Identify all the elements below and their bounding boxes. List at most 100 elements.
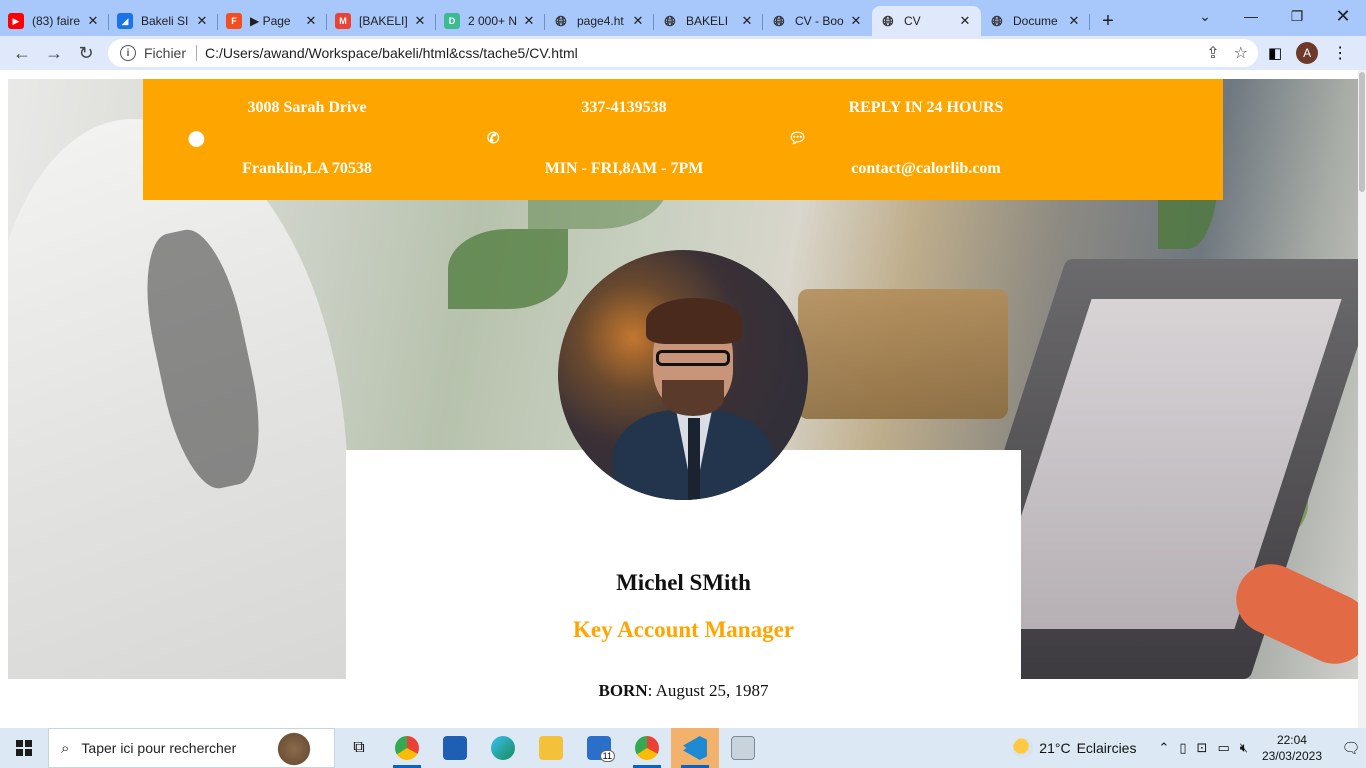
back-button[interactable]: ← xyxy=(6,37,38,69)
tab-page4[interactable]: 🌐︎ page4.ht ✕ xyxy=(545,6,654,36)
chrome-profile-icon xyxy=(635,736,659,760)
taskbar-chrome[interactable] xyxy=(383,728,431,768)
tab-title: Bakeli SI xyxy=(141,14,189,28)
born-label: BORN xyxy=(598,681,648,700)
born-value: : August 25, 1987 xyxy=(647,681,769,700)
scheme-label: Fichier xyxy=(144,45,187,61)
weather-sun-icon xyxy=(1013,738,1034,758)
minimize-button[interactable]: — xyxy=(1228,0,1274,32)
restore-button[interactable]: ❐ xyxy=(1274,0,1320,32)
bookmark-star-icon[interactable]: ☆ xyxy=(1234,43,1248,63)
close-icon[interactable]: ✕ xyxy=(739,13,755,29)
bakeli-icon: ◢ xyxy=(117,13,133,29)
volume-mute-icon[interactable]: 🔇︎ xyxy=(1240,740,1248,756)
taskbar-clock[interactable]: 22:04 23/03/2023 xyxy=(1262,732,1322,764)
avatar[interactable]: A xyxy=(1296,42,1319,64)
battery-icon[interactable]: ▭ xyxy=(1217,740,1229,756)
map-marker-icon: ⬤ xyxy=(188,131,205,147)
tab-document[interactable]: 🌐︎ Docume ✕ xyxy=(981,6,1090,36)
clock-time: 22:04 xyxy=(1276,733,1307,747)
chevron-up-icon[interactable]: ⌃ xyxy=(1158,740,1169,756)
share-icon[interactable]: ⇪ xyxy=(1206,43,1219,63)
weather-widget[interactable]: 21°C Eclaircies xyxy=(1013,738,1136,758)
phone-icon: ✆ xyxy=(487,131,500,147)
start-button[interactable] xyxy=(0,728,48,768)
profile-born: BORN: August 25, 1987 xyxy=(346,681,1021,701)
figma-icon: F xyxy=(226,13,242,29)
side-panel-icon[interactable]: ◧ xyxy=(1268,44,1282,62)
taskbar-search-input[interactable]: ⌕ Taper ici pour rechercher xyxy=(48,728,335,768)
close-icon[interactable]: ✕ xyxy=(957,13,973,29)
device-icon[interactable]: ▯ xyxy=(1179,740,1186,756)
url-text[interactable]: C:/Users/awand/Workspace/bakeli/html&css… xyxy=(205,45,578,61)
tab-cv[interactable]: 🌐︎ CV ✕ xyxy=(872,6,981,36)
taskbar-photos[interactable] xyxy=(719,728,767,768)
weather-condition: Eclaircies xyxy=(1076,740,1137,756)
forward-button[interactable]: → xyxy=(38,37,70,69)
taskbar-chrome-profile[interactable] xyxy=(623,728,671,768)
windows-logo-icon xyxy=(16,740,32,756)
search-highlight-icon xyxy=(274,731,324,767)
notification-center-icon[interactable]: 🗨︎ xyxy=(1336,739,1366,757)
clock-date: 23/03/2023 xyxy=(1261,749,1322,763)
network-icon[interactable]: ⊡ xyxy=(1197,740,1208,756)
tab-title: page4.ht xyxy=(577,14,624,28)
close-icon[interactable]: ✕ xyxy=(85,13,101,29)
page-viewport: ⬤ 3008 Sarah Drive Franklin,LA 70538 ✆ 3… xyxy=(0,70,1366,728)
close-icon[interactable]: ✕ xyxy=(630,13,646,29)
close-icon[interactable]: ✕ xyxy=(412,13,428,29)
search-placeholder: Taper ici pour rechercher xyxy=(81,740,237,756)
task-view-button[interactable]: ⧉ xyxy=(335,728,383,768)
tab-title: [BAKELI] xyxy=(359,14,408,28)
globe-icon: 🌐︎ xyxy=(882,12,894,29)
tab-bakeli-si[interactable]: ◢ Bakeli SI ✕ xyxy=(109,6,218,36)
d-icon: D xyxy=(444,13,460,29)
chat-bubble-icon: 💬︎ xyxy=(788,131,808,147)
tab-youtube[interactable]: ▶ (83) faire ✕ xyxy=(0,6,109,36)
vscode-icon xyxy=(683,736,707,760)
close-icon[interactable]: ✕ xyxy=(194,13,210,29)
taskbar-store[interactable] xyxy=(431,728,479,768)
profile-name: Michel SMith xyxy=(616,570,751,595)
reload-button[interactable]: ↻ xyxy=(70,37,102,69)
address-bar[interactable]: i Fichier C:/Users/awand/Workspace/bakel… xyxy=(108,39,1258,67)
tab-title: Docume xyxy=(1013,14,1058,28)
tab-cv-boo[interactable]: 🌐︎ CV - Boo ✕ xyxy=(763,6,872,36)
reply-line2: contact@calorlib.com xyxy=(851,160,1001,177)
weather-temp: 21°C xyxy=(1039,740,1071,756)
task-view-icon: ⧉ xyxy=(353,739,365,756)
address-line2: Franklin,LA 70538 xyxy=(242,160,372,177)
address-line1: 3008 Sarah Drive xyxy=(247,99,367,116)
taskbar-edge[interactable] xyxy=(479,728,527,768)
tab-2000[interactable]: D 2 000+ N ✕ xyxy=(436,6,545,36)
page-scrollbar[interactable] xyxy=(1358,70,1366,728)
taskbar-explorer[interactable] xyxy=(527,728,575,768)
tab-bakeli[interactable]: 🌐︎ BAKELI ✕ xyxy=(654,6,763,36)
globe-icon: 🌐︎ xyxy=(555,12,567,29)
contact-bar: ⬤ 3008 Sarah Drive Franklin,LA 70538 ✆ 3… xyxy=(143,79,1223,200)
mail-badge: 11 xyxy=(599,750,615,762)
tab-title: 2 000+ N xyxy=(468,14,518,28)
tab-figma[interactable]: F ▶ Page ✕ xyxy=(218,6,327,36)
tab-title: BAKELI xyxy=(686,14,729,28)
image-viewer-icon xyxy=(731,736,755,760)
browser-toolbar: ← → ↻ i Fichier C:/Users/awand/Workspace… xyxy=(0,36,1366,70)
close-icon[interactable]: ✕ xyxy=(848,13,864,29)
info-icon[interactable]: i xyxy=(120,45,136,61)
taskbar-mail[interactable]: 11 xyxy=(575,728,623,768)
close-icon[interactable]: ✕ xyxy=(303,13,319,29)
search-icon: ⌕ xyxy=(61,739,70,757)
close-icon[interactable]: ✕ xyxy=(1066,13,1082,29)
new-tab-button[interactable]: + xyxy=(1090,6,1126,36)
tab-gmail[interactable]: M [BAKELI] ✕ xyxy=(327,6,436,36)
close-window-button[interactable]: ✕ xyxy=(1320,0,1366,32)
menu-dots-icon[interactable]: ⋮ xyxy=(1332,43,1348,63)
edge-icon xyxy=(491,736,515,760)
tab-search-chevron-icon[interactable]: ⌄ xyxy=(1182,0,1228,32)
youtube-icon: ▶ xyxy=(8,13,24,29)
folder-icon xyxy=(539,736,563,760)
globe-icon: 🌐︎ xyxy=(664,12,676,29)
system-tray: 21°C Eclaircies ⌃ ▯ ⊡ ▭ 🔇︎ 22:04 23/03/2… xyxy=(1013,728,1366,768)
close-icon[interactable]: ✕ xyxy=(521,13,537,29)
taskbar-vscode[interactable] xyxy=(671,728,719,768)
